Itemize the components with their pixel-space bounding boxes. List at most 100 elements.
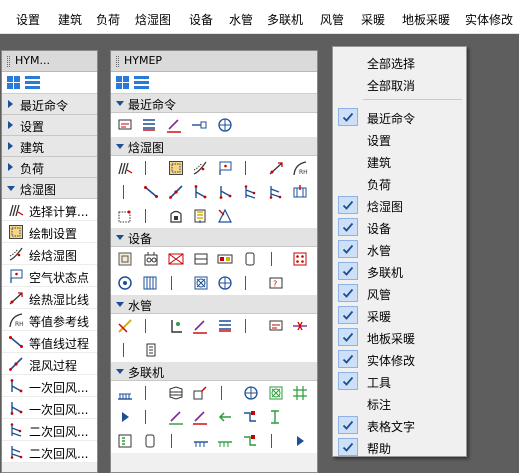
print-icon[interactable] <box>268 318 284 334</box>
deselect-all-item[interactable]: 全部取消 <box>335 73 464 95</box>
pen-line-icon[interactable] <box>168 409 184 425</box>
manifold-icon[interactable] <box>193 433 209 449</box>
menu-vrf[interactable]: 多联机 <box>267 11 303 28</box>
menu-water-pipe[interactable]: 水管 <box>229 11 253 28</box>
cmd-air-state-point[interactable]: 空气状态点 <box>2 265 97 287</box>
arrow-left-icon[interactable] <box>217 409 233 425</box>
cmd-secondary-return-air[interactable]: 二次回风... <box>2 419 97 441</box>
menu-item-toggle[interactable]: 实体修改 <box>335 348 464 370</box>
section-vrf[interactable]: 多联机 <box>111 362 317 381</box>
valve-box-icon[interactable] <box>268 385 284 401</box>
menu-item-toggle[interactable]: 多联机 <box>335 260 464 282</box>
pen-line-icon[interactable] <box>192 409 208 425</box>
valve-box-icon[interactable] <box>193 275 209 291</box>
grid-view-icon[interactable] <box>7 76 20 89</box>
menu-load[interactable]: 负荷 <box>96 11 120 28</box>
cmd-primary-return-air[interactable]: 一次回风... <box>2 397 97 419</box>
cmd-rh-reference-line[interactable]: RH 等值参考线 <box>2 309 97 331</box>
grid-circle-icon[interactable] <box>243 385 259 401</box>
grid-circle-icon[interactable] <box>217 117 233 133</box>
menu-architecture[interactable]: 建筑 <box>58 11 82 28</box>
primary-return-air-icon[interactable] <box>217 184 233 200</box>
menu-heating[interactable]: 采暖 <box>361 11 385 28</box>
section-equipment[interactable]: 设备 <box>111 228 317 247</box>
heating-coil-icon[interactable] <box>217 208 233 224</box>
pipe-corner-icon[interactable] <box>168 318 184 334</box>
refnet-icon[interactable] <box>242 409 258 425</box>
category-load[interactable]: 负荷 <box>2 157 97 178</box>
pen-line-icon[interactable] <box>166 117 182 133</box>
refnet-icon[interactable] <box>242 433 258 449</box>
secondary-return-air-icon[interactable] <box>242 184 258 200</box>
menu-entity-modify[interactable]: 实体修改 <box>465 11 513 28</box>
category-recent[interactable]: 最近命令 <box>2 94 97 115</box>
layer-list-icon[interactable] <box>217 318 233 334</box>
layer-list-icon[interactable] <box>141 117 157 133</box>
cmd-mixing-process[interactable]: 混风过程 <box>2 353 97 375</box>
draw-psychrometric-icon[interactable] <box>192 160 208 176</box>
menu-equipment[interactable]: 设备 <box>189 11 213 28</box>
menu-item-toggle[interactable]: 表格文字 <box>335 414 464 436</box>
primary-return-air-icon[interactable] <box>192 184 208 200</box>
stretch-icon[interactable] <box>267 409 283 425</box>
pump-grid-icon[interactable] <box>292 251 308 267</box>
menu-settings[interactable]: 设置 <box>16 11 40 28</box>
list-view-icon[interactable] <box>134 76 149 89</box>
menu-item-toggle[interactable]: 设备 <box>335 216 464 238</box>
menu-item-toggle[interactable]: 风管 <box>335 282 464 304</box>
menu-item-toggle[interactable]: 工具 <box>335 370 464 392</box>
play-arrow-icon[interactable] <box>117 409 133 425</box>
list-view-icon[interactable] <box>25 76 40 89</box>
branch-joint-icon[interactable] <box>192 385 208 401</box>
rh-reference-line-icon[interactable]: RH <box>292 160 308 176</box>
tank-icon[interactable] <box>242 251 258 267</box>
menu-floor-heating[interactable]: 地板采暖 <box>402 11 450 28</box>
category-psychrometric[interactable]: 焓湿图 <box>2 178 97 199</box>
menu-item-toggle[interactable]: 建筑 <box>335 150 464 172</box>
select-all-item[interactable]: 全部选择 <box>335 51 464 73</box>
menu-item-toggle[interactable]: 负荷 <box>335 172 464 194</box>
grid-view-icon[interactable] <box>116 76 129 89</box>
air-state-point-icon[interactable] <box>217 160 233 176</box>
drag-grip-icon[interactable] <box>116 56 119 67</box>
print-icon[interactable] <box>117 117 133 133</box>
indoor-unit-icon[interactable] <box>168 385 184 401</box>
section-recent[interactable]: 最近命令 <box>111 94 317 113</box>
radiator-icon[interactable] <box>142 275 158 291</box>
air-handler-icon[interactable] <box>168 251 184 267</box>
category-architecture[interactable]: 建筑 <box>2 136 97 157</box>
category-settings[interactable]: 设置 <box>2 115 97 136</box>
panel-title-bar[interactable]: HYMEP <box>111 51 317 72</box>
draw-settings-icon[interactable] <box>168 160 184 176</box>
cmd-secondary-return-air[interactable]: 二次回风... <box>2 441 97 463</box>
point-dashed-icon[interactable] <box>117 208 133 224</box>
hatch-grid-icon[interactable] <box>292 385 308 401</box>
menu-air-duct[interactable]: 风管 <box>320 11 344 28</box>
cmd-heat-humidity-ratio-line[interactable]: 绘热湿比线 <box>2 287 97 309</box>
play-arrow-icon[interactable] <box>292 433 308 449</box>
menu-item-toggle[interactable]: 采暖 <box>335 304 464 326</box>
fan-coil-icon[interactable] <box>143 251 159 267</box>
manifold-icon[interactable] <box>217 433 233 449</box>
grid-circle-icon[interactable] <box>217 275 233 291</box>
mixing-process-icon[interactable] <box>168 184 184 200</box>
pen-line-icon[interactable] <box>192 318 208 334</box>
pipe-tool-icon[interactable] <box>117 318 133 334</box>
cmd-draw-settings[interactable]: 绘制设置 <box>2 221 97 243</box>
cmd-isoline-process[interactable]: 等值线过程 <box>2 331 97 353</box>
query-box-icon[interactable]: ? <box>268 275 284 291</box>
drag-grip-icon[interactable] <box>7 56 10 67</box>
pipe-break-icon[interactable] <box>292 318 308 334</box>
panel-title-bar[interactable]: HYM... <box>2 51 97 72</box>
cmd-draw-psychrometric[interactable]: 绘焓湿图 <box>2 243 97 265</box>
menu-item-toggle[interactable]: 设置 <box>335 128 464 150</box>
menu-psychrometric[interactable]: 焓湿图 <box>135 11 171 28</box>
coil-process-icon[interactable] <box>292 184 308 200</box>
menu-item-toggle[interactable]: 帮助 <box>335 436 464 458</box>
chiller-icon[interactable] <box>217 251 233 267</box>
connector-icon[interactable] <box>191 117 207 133</box>
menu-item-toggle[interactable]: 焓湿图 <box>335 194 464 216</box>
cooling-coil-icon[interactable] <box>192 208 208 224</box>
humidifier-icon[interactable] <box>168 208 184 224</box>
unit-box-icon[interactable] <box>117 251 133 267</box>
